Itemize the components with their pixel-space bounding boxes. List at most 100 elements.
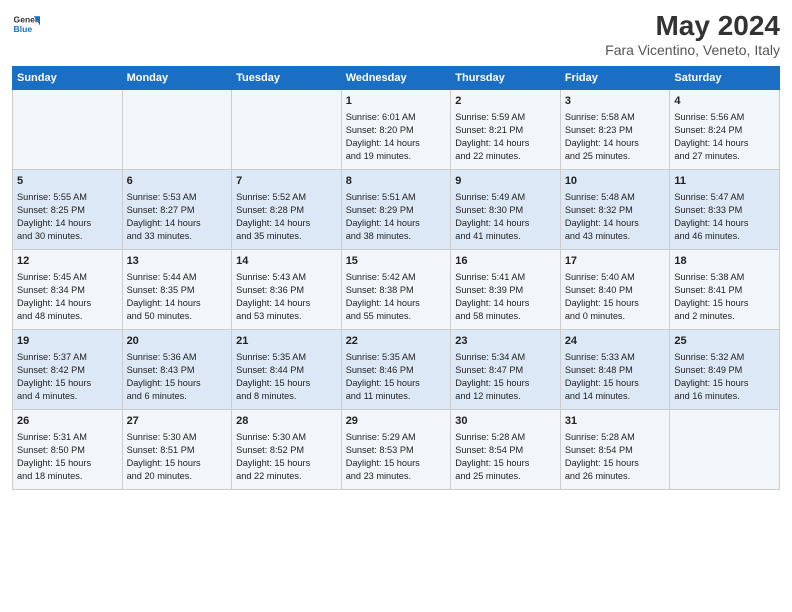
- day-info: Sunrise: 5:33 AM Sunset: 8:48 PM Dayligh…: [565, 351, 666, 403]
- day-info: Sunrise: 5:48 AM Sunset: 8:32 PM Dayligh…: [565, 191, 666, 243]
- day-info: Sunrise: 5:35 AM Sunset: 8:46 PM Dayligh…: [346, 351, 447, 403]
- title-block: May 2024 Fara Vicentino, Veneto, Italy: [605, 10, 780, 58]
- day-info: Sunrise: 5:34 AM Sunset: 8:47 PM Dayligh…: [455, 351, 556, 403]
- day-info: Sunrise: 5:52 AM Sunset: 8:28 PM Dayligh…: [236, 191, 337, 243]
- day-number: 7: [236, 174, 337, 189]
- day-number: 4: [674, 94, 775, 109]
- column-header-wednesday: Wednesday: [341, 67, 451, 90]
- day-info: Sunrise: 5:58 AM Sunset: 8:23 PM Dayligh…: [565, 111, 666, 163]
- day-info: Sunrise: 5:30 AM Sunset: 8:51 PM Dayligh…: [127, 431, 228, 483]
- calendar-table: SundayMondayTuesdayWednesdayThursdayFrid…: [12, 66, 780, 490]
- calendar-cell: 23Sunrise: 5:34 AM Sunset: 8:47 PM Dayli…: [451, 330, 561, 410]
- column-header-sunday: Sunday: [13, 67, 123, 90]
- calendar-cell: 2 Sunrise: 5:59 AM Sunset: 8:21 PM Daylig…: [451, 90, 561, 170]
- logo-icon: General Blue: [12, 10, 40, 38]
- logo: General Blue: [12, 10, 40, 38]
- svg-text:Blue: Blue: [14, 24, 33, 34]
- calendar-cell: 31 Sunrise: 5:28 AM Sunset: 8:54 PM Dayli…: [560, 410, 670, 490]
- day-info: Sunrise: 5:28 AM Sunset: 8:54 PM Dayligh…: [565, 431, 666, 483]
- day-number: 6: [127, 174, 228, 189]
- calendar-cell: 4 Sunrise: 5:56 AM Sunset: 8:24 PM Daylig…: [670, 90, 780, 170]
- day-number: 25: [674, 334, 775, 349]
- calendar-cell: 20 Sunrise: 5:36 AM Sunset: 8:43 PM Dayli…: [122, 330, 232, 410]
- day-number: 9: [455, 174, 556, 189]
- day-number: 11: [674, 174, 775, 189]
- day-info: Sunrise: 5:38 AM Sunset: 8:41 PM Dayligh…: [674, 271, 775, 323]
- header-row: SundayMondayTuesdayWednesdayThursdayFrid…: [13, 67, 780, 90]
- calendar-cell: [13, 90, 123, 170]
- day-number: 19: [17, 334, 118, 349]
- calendar-cell: 17Sunrise: 5:40 AM Sunset: 8:40 PM Dayli…: [560, 250, 670, 330]
- day-number: 12: [17, 254, 118, 269]
- calendar-cell: 7 Sunrise: 5:52 AM Sunset: 8:28 PM Daylig…: [232, 170, 342, 250]
- location: Fara Vicentino, Veneto, Italy: [605, 42, 780, 58]
- column-header-tuesday: Tuesday: [232, 67, 342, 90]
- calendar-cell: 14 Sunrise: 5:43 AM Sunset: 8:36 PM Dayli…: [232, 250, 342, 330]
- week-row-5: 26Sunrise: 5:31 AM Sunset: 8:50 PM Dayli…: [13, 410, 780, 490]
- calendar-cell: 16Sunrise: 5:41 AM Sunset: 8:39 PM Dayli…: [451, 250, 561, 330]
- calendar-cell: 9 Sunrise: 5:49 AM Sunset: 8:30 PM Daylig…: [451, 170, 561, 250]
- day-number: 13: [127, 254, 228, 269]
- day-number: 31: [565, 414, 666, 429]
- day-info: Sunrise: 5:49 AM Sunset: 8:30 PM Dayligh…: [455, 191, 556, 243]
- calendar-cell: 3 Sunrise: 5:58 AM Sunset: 8:23 PM Daylig…: [560, 90, 670, 170]
- calendar-cell: 19 Sunrise: 5:37 AM Sunset: 8:42 PM Dayli…: [13, 330, 123, 410]
- week-row-1: 1Sunrise: 6:01 AM Sunset: 8:20 PM Daylig…: [13, 90, 780, 170]
- day-info: Sunrise: 5:51 AM Sunset: 8:29 PM Dayligh…: [346, 191, 447, 243]
- calendar-cell: 10Sunrise: 5:48 AM Sunset: 8:32 PM Dayli…: [560, 170, 670, 250]
- calendar-cell: 27 Sunrise: 5:30 AM Sunset: 8:51 PM Dayli…: [122, 410, 232, 490]
- day-info: Sunrise: 5:59 AM Sunset: 8:21 PM Dayligh…: [455, 111, 556, 163]
- week-row-4: 19 Sunrise: 5:37 AM Sunset: 8:42 PM Dayli…: [13, 330, 780, 410]
- calendar-cell: 1Sunrise: 6:01 AM Sunset: 8:20 PM Daylig…: [341, 90, 451, 170]
- day-number: 24: [565, 334, 666, 349]
- day-info: Sunrise: 5:43 AM Sunset: 8:36 PM Dayligh…: [236, 271, 337, 323]
- day-number: 22: [346, 334, 447, 349]
- day-info: Sunrise: 5:42 AM Sunset: 8:38 PM Dayligh…: [346, 271, 447, 323]
- calendar-cell: 12 Sunrise: 5:45 AM Sunset: 8:34 PM Dayli…: [13, 250, 123, 330]
- calendar-cell: 22 Sunrise: 5:35 AM Sunset: 8:46 PM Dayli…: [341, 330, 451, 410]
- day-number: 2: [455, 94, 556, 109]
- day-info: Sunrise: 5:37 AM Sunset: 8:42 PM Dayligh…: [17, 351, 118, 403]
- calendar-cell: 13 Sunrise: 5:44 AM Sunset: 8:35 PM Dayli…: [122, 250, 232, 330]
- day-info: Sunrise: 5:35 AM Sunset: 8:44 PM Dayligh…: [236, 351, 337, 403]
- day-info: Sunrise: 5:53 AM Sunset: 8:27 PM Dayligh…: [127, 191, 228, 243]
- calendar-cell: 30 Sunrise: 5:28 AM Sunset: 8:54 PM Dayli…: [451, 410, 561, 490]
- calendar-cell: 18 Sunrise: 5:38 AM Sunset: 8:41 PM Dayli…: [670, 250, 780, 330]
- calendar-cell: 15 Sunrise: 5:42 AM Sunset: 8:38 PM Dayli…: [341, 250, 451, 330]
- calendar-cell: 5 Sunrise: 5:55 AM Sunset: 8:25 PM Daylig…: [13, 170, 123, 250]
- day-number: 5: [17, 174, 118, 189]
- day-info: Sunrise: 5:45 AM Sunset: 8:34 PM Dayligh…: [17, 271, 118, 323]
- day-number: 15: [346, 254, 447, 269]
- calendar-cell: 29Sunrise: 5:29 AM Sunset: 8:53 PM Dayli…: [341, 410, 451, 490]
- day-info: Sunrise: 6:01 AM Sunset: 8:20 PM Dayligh…: [346, 111, 447, 163]
- day-info: Sunrise: 5:36 AM Sunset: 8:43 PM Dayligh…: [127, 351, 228, 403]
- day-info: Sunrise: 5:41 AM Sunset: 8:39 PM Dayligh…: [455, 271, 556, 323]
- calendar-cell: 21 Sunrise: 5:35 AM Sunset: 8:44 PM Dayli…: [232, 330, 342, 410]
- day-number: 3: [565, 94, 666, 109]
- column-header-friday: Friday: [560, 67, 670, 90]
- calendar-cell: 25Sunrise: 5:32 AM Sunset: 8:49 PM Dayli…: [670, 330, 780, 410]
- day-info: Sunrise: 5:55 AM Sunset: 8:25 PM Dayligh…: [17, 191, 118, 243]
- day-info: Sunrise: 5:40 AM Sunset: 8:40 PM Dayligh…: [565, 271, 666, 323]
- day-info: Sunrise: 5:31 AM Sunset: 8:50 PM Dayligh…: [17, 431, 118, 483]
- day-number: 8: [346, 174, 447, 189]
- header: General Blue May 2024 Fara Vicentino, Ve…: [12, 10, 780, 58]
- day-number: 30: [455, 414, 556, 429]
- day-info: Sunrise: 5:56 AM Sunset: 8:24 PM Dayligh…: [674, 111, 775, 163]
- week-row-3: 12 Sunrise: 5:45 AM Sunset: 8:34 PM Dayli…: [13, 250, 780, 330]
- calendar-cell: 26Sunrise: 5:31 AM Sunset: 8:50 PM Dayli…: [13, 410, 123, 490]
- day-number: 20: [127, 334, 228, 349]
- day-number: 28: [236, 414, 337, 429]
- day-info: Sunrise: 5:29 AM Sunset: 8:53 PM Dayligh…: [346, 431, 447, 483]
- calendar-cell: [232, 90, 342, 170]
- day-info: Sunrise: 5:28 AM Sunset: 8:54 PM Dayligh…: [455, 431, 556, 483]
- day-number: 14: [236, 254, 337, 269]
- column-header-saturday: Saturday: [670, 67, 780, 90]
- day-number: 21: [236, 334, 337, 349]
- day-number: 27: [127, 414, 228, 429]
- day-info: Sunrise: 5:44 AM Sunset: 8:35 PM Dayligh…: [127, 271, 228, 323]
- day-number: 18: [674, 254, 775, 269]
- calendar-cell: [122, 90, 232, 170]
- calendar-cell: 28Sunrise: 5:30 AM Sunset: 8:52 PM Dayli…: [232, 410, 342, 490]
- page-container: General Blue May 2024 Fara Vicentino, Ve…: [0, 0, 792, 498]
